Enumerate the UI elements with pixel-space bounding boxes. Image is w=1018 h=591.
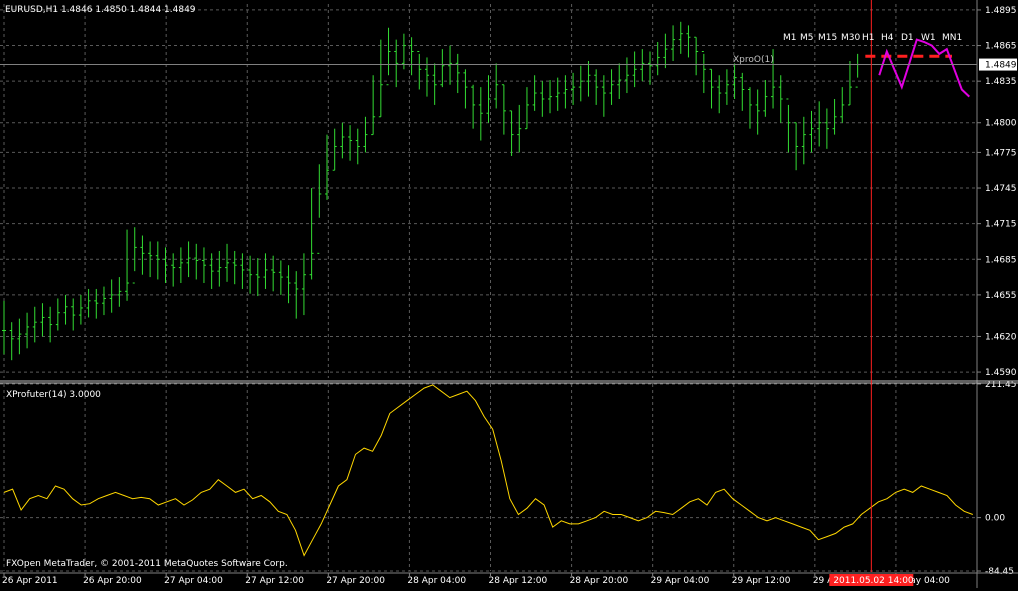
chart-window[interactable]: 1.4895 1.4865 1.4835 1.4800 1.4775 1.4745 1.47… <box>0 0 1018 588</box>
price-tick-label: 1.4895 <box>985 6 1017 16</box>
time-tick-label: 28 Apr 12:00 <box>489 576 548 586</box>
timeframe-h1[interactable]: H1 <box>862 33 875 43</box>
price-tick-label: 1.4620 <box>985 332 1017 342</box>
price-tick-label: 1.4835 <box>985 77 1017 87</box>
timeframe-d1[interactable]: D1 <box>901 33 914 43</box>
indicator-tick-label: 0.00 <box>985 514 1005 524</box>
timeframe-m15[interactable]: M15 <box>818 33 837 43</box>
timeframe-w1[interactable]: W1 <box>921 33 936 43</box>
indicator-title: XProfuter(14) 3.0000 <box>6 390 101 400</box>
timeframe-mn1[interactable]: MN1 <box>942 33 962 43</box>
price-tick-label: 1.4685 <box>985 255 1017 265</box>
xpro-label: XproO(1) <box>733 55 774 65</box>
timeframe-m30[interactable]: M30 <box>841 33 860 43</box>
time-tick-label: 26 Apr 2011 <box>2 576 58 586</box>
price-tick-label: 1.4775 <box>985 148 1017 158</box>
time-tick-label: 26 Apr 20:00 <box>83 576 142 586</box>
timeframe-m5[interactable]: M5 <box>800 33 814 43</box>
timeframe-m1[interactable]: M1 <box>783 33 797 43</box>
time-tick-label: 28 Apr 20:00 <box>570 576 629 586</box>
time-tick-label: 27 Apr 20:00 <box>326 576 385 586</box>
symbol-info: EURUSD,H1 1.4846 1.4850 1.4844 1.4849 <box>5 5 196 15</box>
time-tick-label: 29 Apr 12:00 <box>732 576 791 586</box>
price-tick-label: 1.4590 <box>985 368 1017 378</box>
price-tick-label: 1.4745 <box>985 184 1017 194</box>
time-tick-label: 27 Apr 04:00 <box>164 576 223 586</box>
copyright-text: FXOpen MetaTrader, © 2001-2011 MetaQuote… <box>6 559 288 569</box>
time-tick-label: 28 Apr 04:00 <box>407 576 466 586</box>
price-tick-label: 1.4800 <box>985 119 1017 129</box>
time-tick-label: 27 Apr 12:00 <box>245 576 304 586</box>
timeframe-h4[interactable]: H4 <box>881 33 894 43</box>
time-tick-label: 29 Apr 04:00 <box>651 576 710 586</box>
current-price-value: 1.4849 <box>985 61 1017 71</box>
price-tick-label: 1.4865 <box>985 42 1017 52</box>
price-tick-label: 1.4715 <box>985 220 1017 230</box>
indicator-tick-label: -84.45 <box>985 567 1014 577</box>
price-tick-label: 1.4655 <box>985 291 1017 301</box>
cursor-time-value: 2011.05.02 14:00 <box>833 576 914 586</box>
